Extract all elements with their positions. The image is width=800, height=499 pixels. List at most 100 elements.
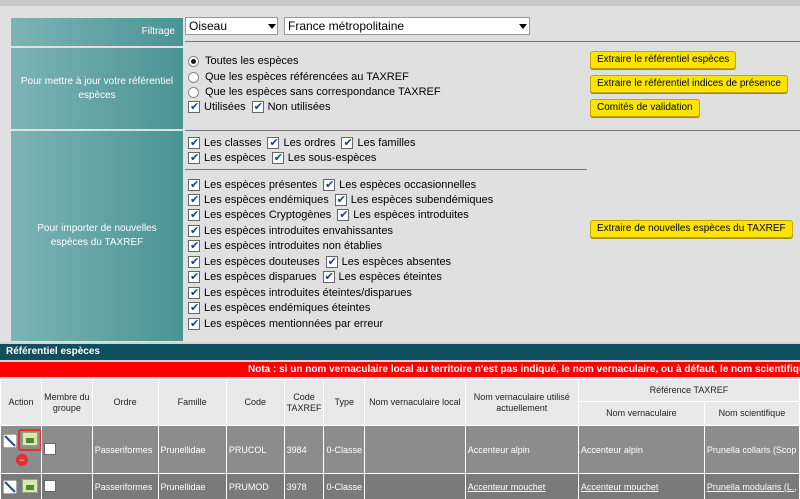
update-label: Pour mettre à jour votre référentiel esp…: [11, 48, 183, 129]
filter-label: Filtrage: [11, 18, 183, 46]
header-member: Membre du groupe: [40, 379, 93, 426]
unused-checkbox[interactable]: [251, 100, 264, 114]
image-icon[interactable]: [22, 479, 38, 493]
status-checkbox[interactable]: [188, 193, 200, 207]
header-used-name[interactable]: Nom vernaculaire utilisé actuellement: [464, 379, 579, 426]
status-checkbox[interactable]: [188, 239, 200, 253]
status-row: Les espèces introduites éteintes/disparu…: [188, 286, 418, 300]
used-checkbox[interactable]: [188, 100, 200, 114]
status-row: Les espèces endémiques éteintes: [188, 301, 376, 315]
status-checkbox[interactable]: [188, 301, 200, 315]
separator: [185, 130, 800, 131]
header-taxref-code[interactable]: Code TAXREF: [283, 379, 325, 426]
header-order[interactable]: Ordre: [91, 379, 159, 426]
top-border: [0, 0, 800, 6]
header-action: Action: [0, 379, 42, 426]
extract-new-taxref-button[interactable]: Extraire de nouvelles espèces du TAXREF: [590, 220, 793, 238]
taxref-cell: 3978: [283, 473, 325, 499]
member-checkbox[interactable]: [43, 442, 56, 455]
referential-title: Référentiel espèces: [0, 344, 800, 360]
import-label: Pour importer de nouvelles espèces du TA…: [11, 131, 183, 341]
edit-icon[interactable]: [3, 434, 17, 448]
status-checkbox[interactable]: [188, 178, 200, 192]
status-checkbox[interactable]: [188, 255, 200, 269]
member-checkbox[interactable]: [43, 479, 56, 492]
family-cell: Prunellidae: [157, 425, 227, 474]
status-row: Les espèces introduites envahissantes: [188, 224, 399, 238]
radio-button[interactable]: [188, 55, 199, 67]
header-sci-name[interactable]: Nom scientifique: [703, 401, 800, 426]
family-cell: Prunellidae: [157, 473, 227, 499]
territory-select[interactable]: France métropolitaine: [284, 17, 530, 35]
rank-row-2: Les espèces Les sous-espèces: [188, 151, 382, 165]
status-checkbox[interactable]: [188, 317, 200, 331]
status-checkbox[interactable]: [325, 255, 338, 269]
edit-icon[interactable]: [3, 480, 17, 494]
type-cell: 0-Classe: [323, 425, 365, 474]
sci-name-cell: Prunella collaris (Scop: [703, 425, 800, 474]
nota-banner: Nota : si un nom vernaculaire local au t…: [0, 362, 800, 377]
code-cell: PRUCOL: [225, 425, 285, 474]
type-cell: 0-Classe: [323, 473, 365, 499]
header-vern-name[interactable]: Nom vernaculaire: [577, 401, 705, 426]
header-type[interactable]: Type: [323, 379, 365, 426]
status-row: Les espèces mentionnées par erreur: [188, 317, 389, 331]
vern-name-cell: Accenteur alpin: [577, 425, 705, 474]
status-checkbox[interactable]: [188, 270, 200, 284]
species-table: Action Membre du groupe Ordre Famille Co…: [0, 379, 800, 499]
order-cell: Passeriformes: [91, 473, 159, 499]
extract-presence-button[interactable]: Extraire le référentiel indices de prése…: [590, 75, 788, 93]
status-row: Les espèces Cryptogènes Les espèces intr…: [188, 208, 475, 222]
used-name-link[interactable]: Accenteur mouchet: [464, 473, 579, 499]
table-row: − Passeriformes Prunellidae PRUCOL 3984 …: [0, 425, 800, 474]
status-checkbox[interactable]: [188, 286, 200, 300]
radio-taxref-species[interactable]: Que les espèces référencées au TAXREF: [188, 71, 409, 83]
status-checkbox[interactable]: [322, 270, 335, 284]
status-row: Les espèces disparues Les espèces éteint…: [188, 270, 448, 284]
member-cell: [40, 425, 93, 474]
status-checkbox[interactable]: [188, 224, 200, 238]
status-checkbox[interactable]: [334, 193, 347, 207]
status-checkbox[interactable]: [323, 178, 336, 192]
status-row: Les espèces présentes Les espèces occasi…: [188, 178, 482, 192]
separator: [185, 169, 587, 170]
status-row: Les espèces introduites non établies: [188, 239, 388, 253]
sci-name-link[interactable]: Prunella modularis (L.,: [703, 473, 800, 499]
status-checkbox[interactable]: [337, 208, 350, 222]
code-cell: PRUMOD: [225, 473, 285, 499]
families-checkbox[interactable]: [341, 136, 354, 150]
local-name-cell[interactable]: [363, 425, 466, 474]
radio-no-taxref-species[interactable]: Que les espèces sans correspondance TAXR…: [188, 86, 441, 98]
species-checkbox[interactable]: [188, 151, 200, 165]
selection-highlight: [18, 429, 41, 451]
subspecies-checkbox[interactable]: [271, 151, 284, 165]
used-name-cell: Accenteur alpin: [464, 425, 579, 474]
header-local-name[interactable]: Nom vernaculaire local: [363, 379, 466, 426]
orders-checkbox[interactable]: [267, 136, 280, 150]
delete-icon[interactable]: −: [16, 454, 28, 466]
group-select[interactable]: Oiseau: [185, 17, 278, 35]
header-taxref-ref: Référence TAXREF: [577, 379, 800, 402]
status-row: Les espèces douteuses Les espèces absent…: [188, 255, 457, 269]
table-row: Passeriformes Prunellidae PRUMOD 3978 0-…: [0, 473, 800, 499]
member-cell: [40, 473, 93, 499]
separator: [185, 41, 800, 42]
taxref-cell: 3984: [283, 425, 325, 474]
order-cell: Passeriformes: [91, 425, 159, 474]
header-code[interactable]: Code: [225, 379, 285, 426]
status-row: Les espèces endémiques Les espèces suben…: [188, 193, 499, 207]
local-name-cell[interactable]: [363, 473, 466, 499]
extract-species-button[interactable]: Extraire le référentiel espèces: [590, 51, 737, 69]
status-checkbox[interactable]: [188, 208, 200, 222]
radio-button[interactable]: [188, 86, 199, 98]
action-cell: −: [0, 425, 42, 474]
header-family[interactable]: Famille: [157, 379, 227, 426]
validation-committees-button[interactable]: Comités de validation: [590, 99, 700, 117]
radio-all-species[interactable]: Toutes les espèces: [188, 55, 299, 67]
rank-row-1: Les classes Les ordres Les familles: [188, 136, 422, 150]
radio-button[interactable]: [188, 71, 199, 83]
vern-name-link[interactable]: Accenteur mouchet: [577, 473, 705, 499]
classes-checkbox[interactable]: [188, 136, 200, 150]
action-cell: [0, 473, 42, 499]
used-filter-group: Utilisées Non utilisées: [188, 100, 337, 114]
